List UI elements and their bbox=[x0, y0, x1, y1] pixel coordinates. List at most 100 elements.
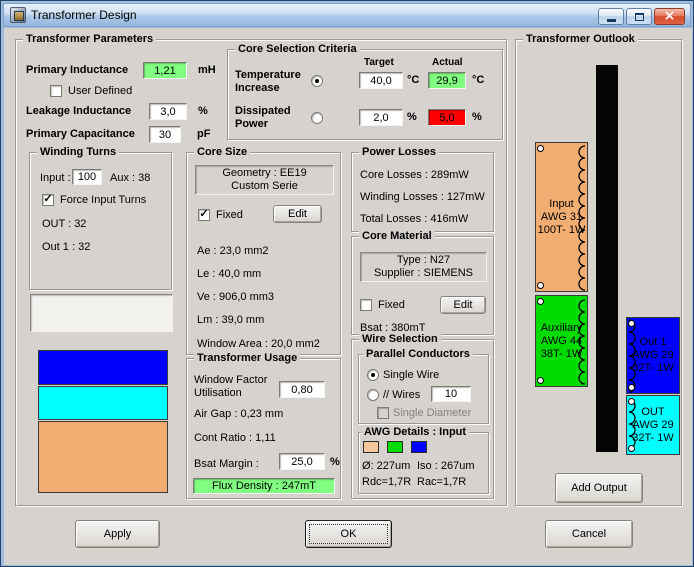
input-turns-field[interactable]: 100 bbox=[72, 169, 102, 185]
force-input-turns-label: Force Input Turns bbox=[60, 194, 147, 206]
core-geometry-line1: Geometry : EE19 bbox=[222, 167, 307, 179]
primary-capacitance-label: Primary Capacitance bbox=[26, 128, 135, 140]
bsat-margin-unit: % bbox=[330, 456, 340, 468]
core-size-fixed-label: Fixed bbox=[216, 209, 243, 221]
winding-bar-empty bbox=[30, 294, 173, 332]
core-window-area-text: Window Area : 20,0 mm2 bbox=[197, 338, 320, 350]
window-factor-label-line2: Utilisation bbox=[194, 387, 242, 399]
primary-inductance-field[interactable]: 1,21 bbox=[143, 62, 187, 79]
power-actual-unit: % bbox=[472, 111, 482, 123]
temperature-target-field[interactable]: 40,0 bbox=[359, 72, 403, 89]
transformer-parameters-legend: Transformer Parameters bbox=[23, 32, 157, 46]
bsat-margin-field[interactable]: 25,0 bbox=[279, 453, 325, 470]
title-bar[interactable]: Transformer Design bbox=[3, 3, 691, 27]
terminal-icon bbox=[628, 320, 635, 327]
add-output-button[interactable]: Add Output bbox=[555, 473, 643, 503]
terminal-icon bbox=[537, 145, 544, 152]
group-winding-turns: Winding Turns Input : 100 Aux : 38 ✓ For… bbox=[29, 145, 172, 290]
transformer-outlook-legend: Transformer Outlook bbox=[523, 32, 638, 46]
input-turns-label: Input : bbox=[40, 172, 71, 184]
close-button[interactable]: × bbox=[654, 8, 685, 25]
primary-capacitance-field[interactable]: 30 bbox=[149, 126, 181, 143]
group-core-size: Core Size Geometry : EE19 Custom Serie ✓… bbox=[186, 145, 341, 355]
core-size-edit-button[interactable]: Edit bbox=[273, 205, 322, 223]
dissipated-power-label-line2: Power bbox=[235, 118, 269, 130]
winding-out1[interactable]: Out 1 AWG 29 32T- 1W bbox=[626, 317, 680, 394]
wire-color-swatch-input bbox=[363, 441, 379, 453]
core-le-text: Le : 40,0 mm bbox=[197, 268, 262, 280]
window-factor-field[interactable]: 0,80 bbox=[279, 381, 325, 398]
temperature-target-unit: °C bbox=[407, 74, 420, 86]
coil-icon bbox=[578, 145, 586, 291]
core-losses-text: Core Losses : 289mW bbox=[360, 169, 469, 181]
total-losses-text: Total Losses : 416mW bbox=[360, 213, 469, 225]
leakage-inductance-label: Leakage Inductance bbox=[26, 105, 132, 117]
core-ae-text: Ae : 23,0 mm2 bbox=[197, 245, 269, 257]
core-size-fixed-checkbox[interactable]: ✓ bbox=[198, 208, 210, 221]
core-material-fixed-checkbox[interactable] bbox=[360, 299, 372, 311]
winding-bar-blue bbox=[38, 350, 168, 385]
core-material-type: Type : N27 bbox=[396, 254, 451, 266]
core-material-panel: Type : N27 Supplier : SIEMENS bbox=[360, 252, 487, 282]
force-input-turns-checkbox[interactable]: ✓ bbox=[42, 193, 54, 206]
single-diameter-label: Single Diameter bbox=[393, 407, 472, 419]
leakage-inductance-field[interactable]: 3,0 bbox=[149, 103, 187, 120]
user-defined-label: User Defined bbox=[68, 85, 133, 97]
terminal-icon bbox=[628, 384, 635, 391]
core-material-fixed-label: Fixed bbox=[378, 299, 405, 311]
group-parallel-conductors: Parallel Conductors Single Wire // Wires… bbox=[358, 347, 489, 424]
core-geometry-panel: Geometry : EE19 Custom Serie bbox=[195, 165, 334, 195]
apply-button[interactable]: Apply bbox=[75, 520, 160, 548]
leakage-inductance-unit: % bbox=[198, 105, 208, 117]
wire-color-swatch-aux bbox=[387, 441, 403, 453]
core-geometry-line2: Custom Serie bbox=[231, 180, 298, 192]
group-power-losses: Power Losses Core Losses : 289mW Winding… bbox=[351, 145, 494, 232]
minimize-button[interactable] bbox=[598, 8, 624, 25]
parallel-conductors-legend: Parallel Conductors bbox=[363, 347, 473, 361]
winding-auxiliary[interactable]: Auxiliary AWG 44 38T- 1W bbox=[535, 295, 588, 387]
maximize-icon bbox=[634, 12, 644, 21]
winding-name: Out 1 bbox=[639, 336, 667, 348]
cont-ratio-text: Cont Ratio : 1,11 bbox=[194, 432, 276, 444]
parallel-wires-radio[interactable] bbox=[367, 389, 379, 401]
winding-bar-orange bbox=[38, 421, 168, 493]
cancel-button[interactable]: Cancel bbox=[545, 520, 633, 548]
app-icon bbox=[10, 7, 26, 23]
single-diameter-checkbox[interactable] bbox=[377, 407, 389, 419]
core-material-edit-button[interactable]: Edit bbox=[440, 296, 486, 314]
core-lm-text: Lm : 39,0 mm bbox=[197, 314, 265, 326]
group-core-selection-criteria: Core Selection Criteria Target Actual Te… bbox=[227, 42, 503, 140]
checkmark-icon: ✓ bbox=[43, 193, 53, 205]
temperature-actual-unit: °C bbox=[472, 74, 485, 86]
out1-turns-text: Out 1 : 32 bbox=[42, 241, 91, 253]
dissipated-power-label-line1: Dissipated bbox=[235, 105, 291, 117]
winding-bar-cyan bbox=[38, 386, 168, 420]
bsat-margin-label: Bsat Margin : bbox=[194, 458, 259, 470]
temperature-label-line2: Increase bbox=[235, 82, 280, 94]
parallel-wires-count-field[interactable]: 10 bbox=[431, 386, 471, 402]
terminal-icon bbox=[537, 377, 544, 384]
single-wire-radio[interactable] bbox=[367, 369, 379, 381]
winding-name: Input bbox=[549, 197, 574, 210]
checkmark-icon: ✓ bbox=[199, 208, 209, 220]
dissipated-power-radio[interactable] bbox=[311, 112, 323, 124]
ok-button[interactable]: OK bbox=[305, 520, 392, 548]
power-losses-legend: Power Losses bbox=[359, 145, 439, 159]
primary-capacitance-unit: pF bbox=[197, 128, 211, 140]
primary-inductance-unit: mH bbox=[198, 64, 216, 76]
user-defined-checkbox[interactable] bbox=[50, 85, 62, 97]
wire-selection-legend: Wire Selection bbox=[359, 332, 441, 346]
core-selection-legend: Core Selection Criteria bbox=[235, 42, 360, 56]
power-target-field[interactable]: 2,0 bbox=[359, 109, 403, 126]
temperature-label-line1: Temperature bbox=[235, 69, 301, 81]
wire-rac-text: Rac=1,7R bbox=[417, 476, 467, 488]
terminal-icon bbox=[537, 282, 544, 289]
primary-inductance-label: Primary Inductance bbox=[26, 64, 129, 76]
winding-out[interactable]: OUT AWG 29 32T- 1W bbox=[626, 395, 680, 455]
single-wire-label: Single Wire bbox=[383, 369, 440, 381]
maximize-button[interactable] bbox=[626, 8, 652, 25]
core-ve-text: Ve : 906,0 mm3 bbox=[197, 291, 275, 303]
temperature-increase-radio[interactable] bbox=[311, 75, 323, 87]
winding-input[interactable]: Input AWG 31 100T- 1W bbox=[535, 142, 588, 292]
core-material-supplier: Supplier : SIEMENS bbox=[373, 267, 474, 279]
